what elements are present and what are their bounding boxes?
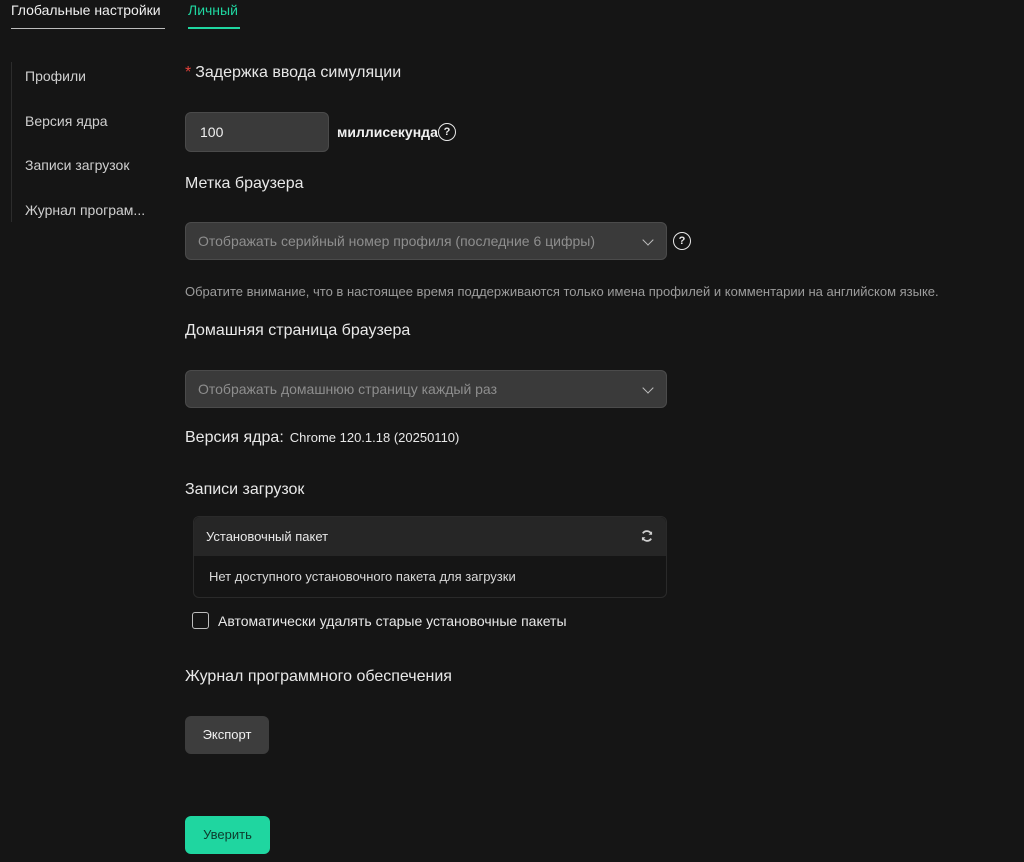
- software-log-label: Журнал программного обеспечения: [185, 668, 452, 685]
- browser-label-note: Обратите внимание, что в настоящее время…: [185, 284, 939, 299]
- sidebar-item-download-records[interactable]: Записи загрузок: [25, 157, 129, 173]
- chevron-down-icon: [642, 234, 654, 246]
- required-mark: *: [185, 64, 192, 81]
- tab-personal[interactable]: Личный: [188, 0, 240, 29]
- question-circle-icon[interactable]: ?: [673, 232, 691, 250]
- refresh-icon[interactable]: [640, 529, 654, 543]
- downloads-table: Установочный пакет Нет доступного устано…: [193, 516, 667, 598]
- input-delay-label: * Задержка ввода симуляции: [185, 64, 401, 82]
- confirm-button[interactable]: Уверить: [185, 816, 270, 854]
- kernel-version: Версия ядра: Chrome 120.1.18 (20250110): [185, 429, 459, 447]
- auto-delete-checkbox[interactable]: [192, 612, 209, 629]
- homepage-select[interactable]: Отображать домашнюю страницу каждый раз: [185, 370, 667, 408]
- browser-label-title: Метка браузера: [185, 175, 304, 192]
- input-delay-field[interactable]: [185, 112, 329, 152]
- tab-global-settings[interactable]: Глобальные настройки: [11, 0, 165, 29]
- homepage-label: Домашняя страница браузера: [185, 322, 411, 339]
- downloads-empty-message: Нет доступного установочного пакета для …: [209, 569, 516, 584]
- auto-delete-label[interactable]: Автоматически удалять старые установочны…: [218, 613, 567, 629]
- homepage-selected: Отображать домашнюю страницу каждый раз: [198, 381, 497, 397]
- kernel-version-value: Chrome 120.1.18 (20250110): [289, 430, 460, 445]
- input-delay-unit: миллисекунда: [337, 124, 438, 140]
- question-circle-icon[interactable]: ?: [438, 123, 456, 141]
- sidebar-item-profiles[interactable]: Профили: [25, 68, 86, 84]
- browser-label-selected: Отображать серийный номер профиля (после…: [198, 233, 596, 249]
- input-delay-label-text: Задержка ввода симуляции: [195, 64, 402, 81]
- chevron-down-icon: [642, 382, 654, 394]
- browser-label-select[interactable]: Отображать серийный номер профиля (после…: [185, 222, 667, 260]
- downloads-header-label: Установочный пакет: [206, 529, 329, 544]
- sidebar-item-software-log[interactable]: Журнал програм...: [25, 202, 145, 218]
- tab-bar: Глобальные настройки Личный: [0, 0, 1024, 30]
- kernel-version-label: Версия ядра:: [185, 429, 284, 446]
- sidebar-item-kernel-version[interactable]: Версия ядра: [25, 113, 108, 129]
- export-button[interactable]: Экспорт: [185, 716, 269, 754]
- downloads-label: Записи загрузок: [185, 481, 305, 498]
- settings-sidebar: Профили Версия ядра Записи загрузок Журн…: [11, 62, 162, 222]
- downloads-table-header: Установочный пакет: [194, 517, 666, 556]
